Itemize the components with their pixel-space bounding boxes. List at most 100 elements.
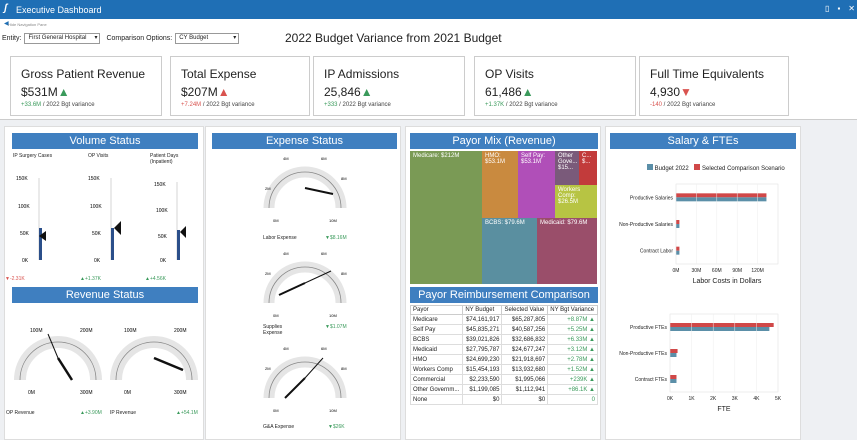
gauge-op-revenue: 100M 200M 0M 300M: [14, 328, 102, 396]
minimize-icon[interactable]: ▪: [837, 4, 840, 13]
volume-bar-op-visits: 150K 100K 50K 0K: [88, 176, 121, 264]
expense-status-header: Expense Status: [212, 133, 397, 149]
kpi-title: Total Expense: [181, 67, 257, 81]
bar-selected[interactable]: [670, 323, 774, 327]
gauge-label: OP Revenue: [6, 410, 35, 416]
treemap-tile[interactable]: Self Pay: $53.1M: [518, 151, 555, 218]
kpi-value: $207M: [181, 85, 218, 99]
tick-label: 0M: [673, 268, 680, 274]
volume-col-label: OP Visits: [88, 153, 109, 159]
gauge-variance-wrap: ▲+54.1M: [176, 410, 198, 416]
table-cell: $27,795,787: [462, 344, 503, 355]
gauge-labor-expense: 4M 6M 2M 8M 0M 10M: [263, 156, 347, 223]
bar-selected[interactable]: [676, 193, 767, 198]
entity-label: Entity:: [2, 35, 22, 42]
nav-toggle[interactable]: ◀ Hide Navigation Pane: [0, 19, 857, 29]
treemap-tile[interactable]: BCBS: $79.6M: [482, 218, 537, 284]
tick-label: 30M: [692, 268, 702, 274]
bar-selected[interactable]: [670, 349, 678, 353]
bar-budget[interactable]: [670, 353, 677, 357]
table-row[interactable]: BCBS $39,021,826 $32,686,832 +6.33M ▲: [409, 334, 598, 345]
table-row[interactable]: None $0 $0 0: [409, 394, 598, 405]
triangle-up-icon: ▲: [217, 85, 230, 99]
table-cell: +86.1K ▲: [547, 384, 598, 395]
bar-budget[interactable]: [670, 327, 770, 331]
gauge-label: Labor Expense: [263, 235, 297, 241]
gauge-label: G&A Expense: [263, 424, 295, 430]
axis-label: FTE: [717, 406, 731, 413]
bar-selected[interactable]: [676, 246, 680, 251]
kpi-card: OP Visits 61,486▲ +1.37K / 2022 Bgt vari…: [474, 56, 636, 116]
triangle-up-icon: ▲: [587, 346, 595, 353]
tick: 8M: [341, 366, 347, 371]
tick: 100K: [18, 204, 30, 210]
bar-budget[interactable]: [670, 379, 677, 383]
legend-swatch: [647, 164, 653, 170]
bar-budget[interactable]: [676, 224, 680, 228]
table-row[interactable]: Commercial $2,233,590 $1,995,066 +239K ▲: [409, 374, 598, 385]
table-row[interactable]: HMO $24,699,230 $21,918,697 +2.78M ▲: [409, 354, 598, 365]
tick: 0M: [273, 408, 279, 413]
treemap-tile[interactable]: Other Gove... $15...: [555, 151, 579, 185]
expense-gauges: 4M 6M 2M 8M 0M 10M 4M 6M 2M 8M 0M 10M 4M…: [263, 156, 347, 413]
table-cell: $13,932,680: [501, 364, 549, 375]
target-marker-icon: [180, 226, 186, 238]
category-label: Productive FTEs: [630, 325, 667, 331]
column-header[interactable]: NY Budget: [462, 305, 503, 315]
table-cell: $1,995,066: [501, 374, 549, 385]
kpi-card: Full Time Equivalents 4,930▼ -140 / 2022…: [639, 56, 789, 116]
table-row[interactable]: Other Governm... $1,199,085 $1,112,941 +86.…: [409, 384, 598, 395]
tick: 6M: [321, 251, 327, 256]
table-row[interactable]: Self Pay $45,835,271 $40,587,256 +5.25M ▲: [409, 324, 598, 335]
bar-selected[interactable]: [670, 375, 677, 379]
tick: 10M: [329, 408, 337, 413]
volume-bar: [177, 230, 180, 260]
table-header-row: Payor NY Budget Selected Value NY Bgt Va…: [409, 305, 598, 315]
tick: 100M: [30, 328, 43, 334]
kpi-variance: +333: [324, 102, 338, 108]
tick: 0M: [124, 390, 131, 396]
tick: 0K: [160, 258, 167, 264]
app-logo-icon: ʃ: [4, 3, 8, 14]
comparison-label: Comparison Options:: [106, 35, 173, 42]
volume-bar-patient-days: 150K 100K 50K 0K: [154, 182, 186, 264]
bar-budget[interactable]: [676, 250, 680, 255]
table-cell: $74,161,917: [462, 314, 503, 325]
treemap-tile[interactable]: Workers Comp: $26.5M: [555, 185, 597, 218]
kpi-variance-suffix: / 2022 Bgt variance: [201, 102, 255, 108]
tick: 0M: [273, 218, 279, 223]
kpi-variance-suffix: / 2022 Bgt variance: [662, 102, 716, 108]
treemap-tile[interactable]: Medicare: $212M: [410, 151, 482, 284]
gauge-needle: [56, 357, 74, 381]
tick: 300M: [80, 390, 93, 396]
restore-icon[interactable]: ▯: [825, 4, 829, 13]
triangle-up-icon: ▲: [360, 85, 373, 99]
bar-selected[interactable]: [676, 220, 680, 224]
table-row[interactable]: Medicaid $27,795,787 $24,677,247 +3.12M ▲: [409, 344, 598, 355]
treemap-tile[interactable]: HMO: $53.1M: [482, 151, 518, 218]
tick: 10M: [329, 218, 337, 223]
bar-budget[interactable]: [676, 197, 767, 202]
column-header[interactable]: NY Bgt Variance: [547, 305, 598, 315]
legend-label: Selected Comparison Scenario: [702, 166, 785, 172]
table-row[interactable]: Workers Comp $15,454,193 $13,932,680 +1.52M…: [409, 364, 598, 375]
volume-col-label: IP Surgery Cases: [13, 153, 53, 159]
column-header[interactable]: Payor: [409, 305, 464, 315]
tick: 0M: [273, 313, 279, 318]
tick: 4M: [283, 251, 289, 256]
entity-select[interactable]: First General Hospital ▾: [24, 33, 101, 44]
table-row[interactable]: Medicare $74,161,917 $65,287,805 +8.87M ▲: [409, 314, 598, 325]
volume-variance: -2.31K: [9, 276, 25, 282]
hide-nav-label: Hide Navigation Pane: [8, 22, 47, 27]
column-header[interactable]: Selected Value: [501, 305, 549, 315]
comparison-select[interactable]: CY Budget ▾: [175, 33, 240, 44]
gauge-variance-wrap: ▼$1.07M: [325, 324, 347, 330]
volume-bar: [111, 228, 114, 260]
kpi-title: IP Admissions: [324, 67, 400, 81]
treemap-tile[interactable]: C... $...: [579, 151, 597, 185]
treemap-tile[interactable]: Medicaid: $79.6M: [537, 218, 597, 284]
tick: 6M: [321, 346, 327, 351]
table-cell: +6.33M ▲: [547, 334, 598, 345]
close-icon[interactable]: ✕: [848, 4, 855, 13]
gauge-needle: [304, 187, 334, 195]
